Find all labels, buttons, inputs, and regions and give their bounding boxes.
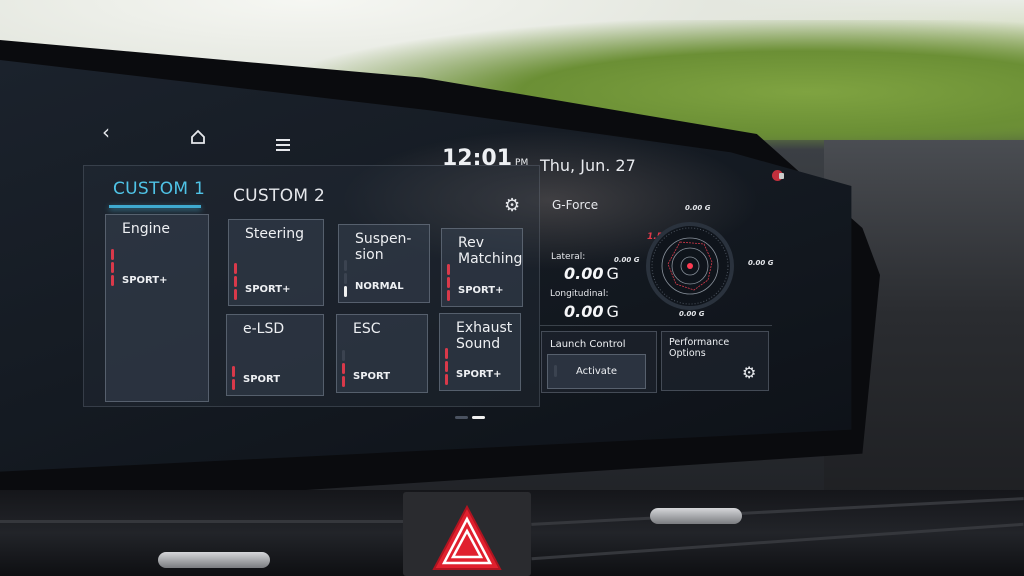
performance-options-label: Performance Options	[669, 337, 730, 359]
gear-icon[interactable]: ⚙	[504, 197, 520, 215]
drive-tile-mode: SPORT+	[122, 275, 168, 286]
drive-tile-esc[interactable]: ESC SPORT	[336, 314, 428, 393]
date-label: Thu, Jun. 27	[540, 156, 636, 175]
drive-tile-title: Exhaust Sound	[456, 320, 513, 352]
drive-tile-mode: SPORT	[243, 374, 281, 385]
drive-tile-mode: SPORT+	[245, 284, 291, 295]
activate-button[interactable]: Activate	[547, 354, 646, 389]
hamburger-menu-icon[interactable]	[276, 137, 290, 155]
drive-tile-title: Engine	[122, 221, 170, 237]
g-top-unit: G	[704, 204, 711, 212]
g-force-dot	[687, 263, 693, 269]
gear-icon: ⚙	[742, 363, 757, 382]
drive-tile-title: ESC	[353, 321, 381, 337]
tab-custom-1[interactable]: CUSTOM 1	[113, 179, 205, 199]
activate-indicator	[554, 365, 557, 377]
g-left-unit: G	[633, 256, 640, 264]
mode-level-bar	[234, 263, 237, 274]
longitudinal-value: 0.00 G	[564, 302, 619, 321]
mode-level-bar	[344, 286, 347, 297]
mode-level-bar	[445, 361, 448, 372]
mode-level-bar	[232, 379, 235, 390]
home-icon[interactable]	[190, 129, 206, 149]
g-force-gauge	[646, 222, 734, 310]
mode-level-bar	[344, 260, 347, 271]
mode-level-bar	[342, 350, 345, 361]
mode-level-bar	[445, 348, 448, 359]
lateral-value: 0.00 G	[564, 264, 619, 283]
drive-tile-mode: SPORT	[353, 371, 391, 382]
g-force-title: G-Force	[552, 198, 599, 212]
launch-control-panel: Launch Control Activate	[541, 331, 657, 393]
g-right-value: 0.00	[748, 259, 766, 267]
mode-level-bar	[111, 275, 114, 286]
lateral-unit: G	[606, 264, 619, 283]
mode-level-bar	[447, 264, 450, 275]
mode-level-bar	[232, 366, 235, 377]
drive-tile-title: e-LSD	[243, 321, 285, 337]
drive-tile-title: Suspen- sion	[355, 231, 412, 263]
longitudinal-unit: G	[606, 302, 619, 321]
mode-level-bar	[447, 290, 450, 301]
drive-tile-revmatching[interactable]: Rev Matching SPORT+	[441, 228, 523, 307]
longitudinal-number: 0.00	[564, 302, 604, 321]
g-left-value: 0.00	[614, 256, 632, 264]
mode-level-bar	[342, 363, 345, 374]
g-bottom-unit: G	[698, 310, 705, 318]
performance-options-button[interactable]: Performance Options ⚙	[661, 331, 769, 391]
g-top-value: 0.00	[685, 204, 703, 212]
g-bottom-readout: 0.00 G	[679, 310, 704, 318]
tab-custom-2[interactable]: CUSTOM 2	[233, 186, 325, 206]
hazard-triangle-icon	[432, 505, 502, 570]
drive-tile-elsd[interactable]: e-LSD SPORT	[226, 314, 324, 396]
drive-tile-exhaustsound[interactable]: Exhaust Sound SPORT+	[439, 313, 521, 391]
page-indicator	[455, 404, 489, 423]
vent-knob-right[interactable]	[650, 508, 742, 524]
drive-tile-steering[interactable]: Steering SPORT+	[228, 219, 324, 306]
g-right-unit: G	[767, 259, 774, 267]
notification-icon[interactable]	[772, 170, 784, 181]
page-dot-2[interactable]	[472, 416, 485, 419]
drive-tile-title: Rev Matching	[458, 235, 523, 267]
mode-level-bar	[342, 376, 345, 387]
mode-level-bar	[111, 249, 114, 260]
drive-tile-mode: NORMAL	[355, 281, 404, 292]
lateral-label: Lateral:	[551, 252, 586, 262]
hazard-button[interactable]	[432, 505, 502, 571]
mode-level-bar	[111, 262, 114, 273]
drive-tile-mode: SPORT+	[456, 369, 502, 380]
lateral-number: 0.00	[564, 264, 604, 283]
mode-level-bar	[445, 374, 448, 385]
longitudinal-label: Longitudinal:	[550, 289, 609, 299]
mode-level-bar	[344, 273, 347, 284]
mode-level-bar	[234, 289, 237, 300]
chevron-left-icon[interactable]: ‹	[102, 122, 110, 142]
vent-slat	[0, 520, 403, 523]
drive-tile-mode: SPORT+	[458, 285, 504, 296]
mode-level-bar	[234, 276, 237, 287]
g-bottom-value: 0.00	[679, 310, 697, 318]
g-right-readout: 0.00 G	[748, 259, 773, 267]
drive-tile-suspension[interactable]: Suspen- sion NORMAL	[338, 224, 430, 303]
activate-button-label: Activate	[576, 366, 617, 377]
drive-tile-title: Steering	[245, 226, 305, 242]
g-left-readout: 0.00 G	[614, 256, 639, 264]
active-tab-indicator	[109, 205, 201, 208]
page-dot-1[interactable]	[455, 416, 468, 419]
mode-level-bar	[447, 277, 450, 288]
drive-tile-engine[interactable]: Engine SPORT+	[105, 214, 209, 402]
launch-control-label: Launch Control	[550, 339, 626, 350]
vent-knob-left[interactable]	[158, 552, 270, 568]
g-top-readout: 0.00 G	[685, 204, 710, 212]
